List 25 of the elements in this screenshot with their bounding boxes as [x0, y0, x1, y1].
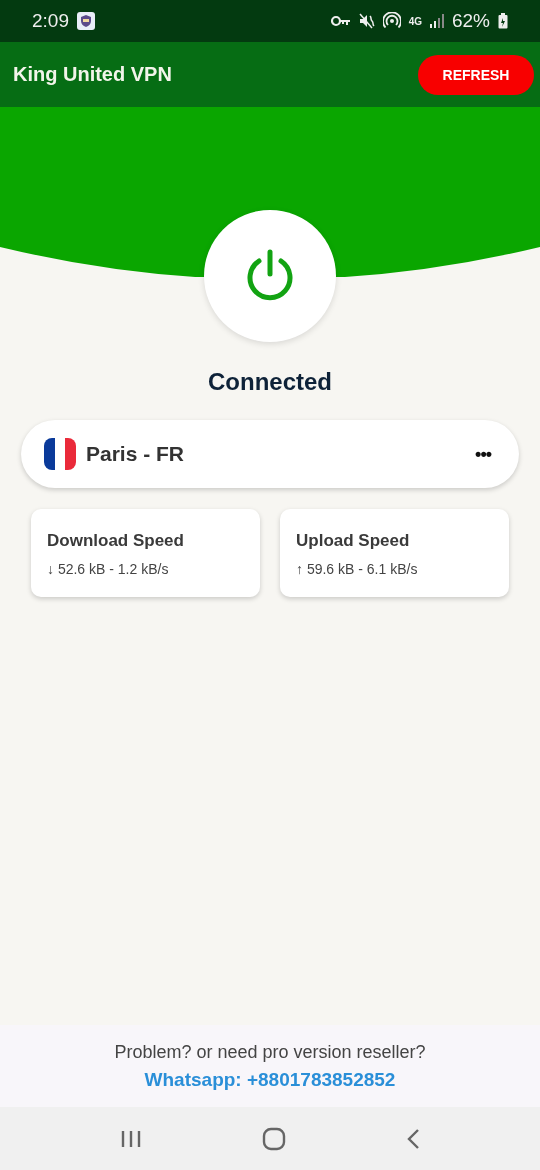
home-icon[interactable] [262, 1126, 286, 1151]
back-icon[interactable] [406, 1127, 420, 1150]
shield-icon [77, 12, 95, 30]
more-button[interactable]: ••• [475, 443, 491, 465]
location-selector[interactable]: Paris - FR ••• [21, 420, 519, 488]
power-icon [245, 249, 295, 303]
speed-label: Upload Speed [296, 531, 411, 551]
refresh-button[interactable]: REFRESH [418, 54, 534, 95]
recents-icon[interactable] [120, 1128, 142, 1149]
signal-icon [429, 14, 444, 28]
france-flag-icon [44, 438, 76, 470]
help-text: Problem? or need pro version reseller? [114, 1041, 426, 1063]
location-name: Paris - FR [86, 442, 186, 466]
speed-reading: ↓ 52.6 kB - 1.2 kB/s [47, 561, 170, 577]
speed-reading: ↑ 59.6 kB - 6.1 kB/s [296, 561, 419, 577]
app-title: King United VPN [13, 63, 172, 86]
mute-icon [358, 13, 375, 29]
battery-percent: 62% [451, 10, 490, 32]
clock-time: 2:09 [32, 10, 69, 32]
battery-icon [498, 13, 508, 29]
speed-label: Download Speed [47, 531, 185, 551]
connection-status: Connected [208, 368, 332, 396]
key-icon [330, 15, 351, 27]
network-type: 4G [408, 15, 422, 27]
hotspot-icon [382, 12, 401, 30]
